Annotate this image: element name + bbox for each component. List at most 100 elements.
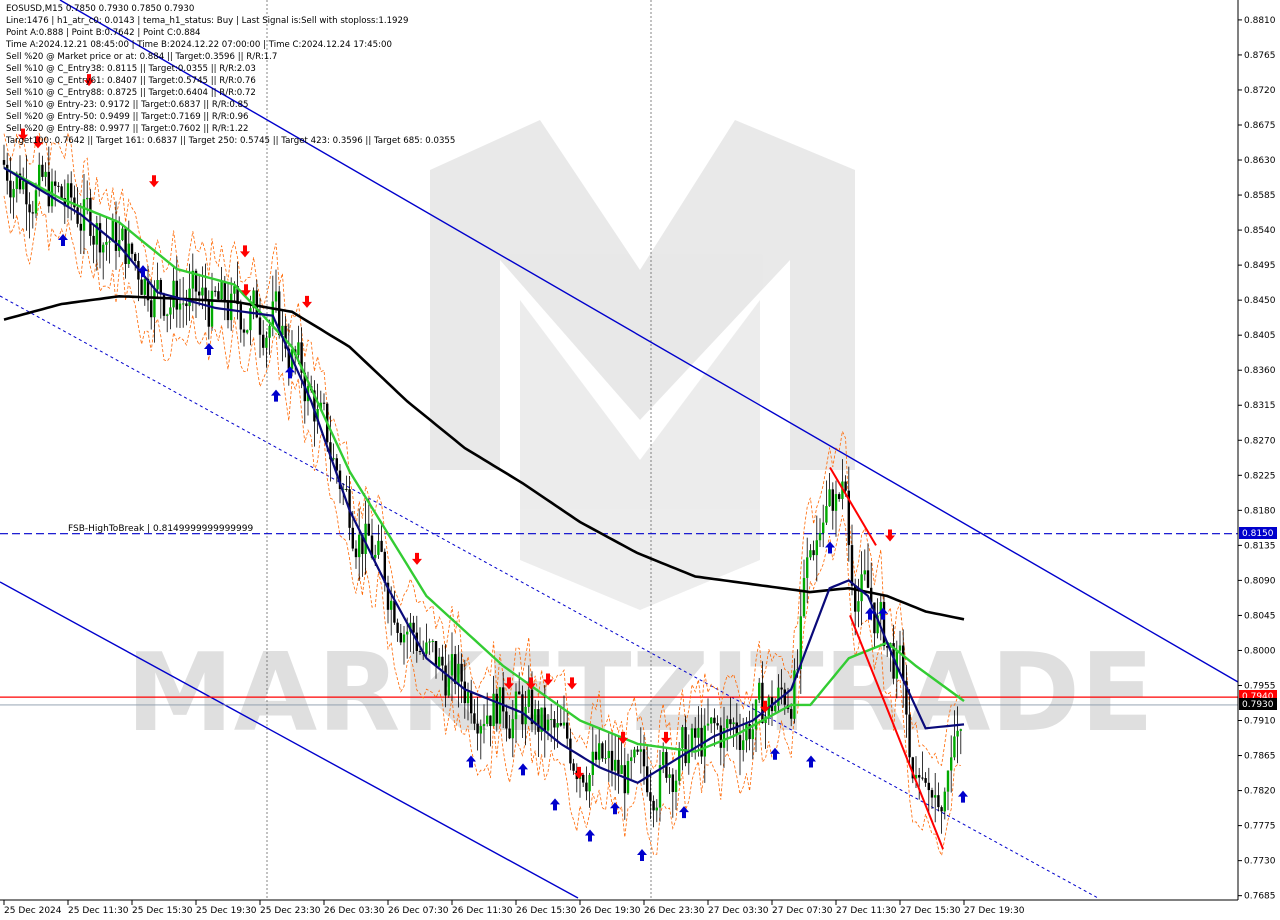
candle-body (652, 800, 655, 811)
x-tick-label: 25 Dec 11:30 (68, 906, 129, 916)
candle-body (556, 723, 559, 728)
candle-body (351, 527, 354, 549)
x-tick-label: 26 Dec 03:30 (324, 906, 385, 916)
candle-body (850, 545, 854, 586)
candle-body (617, 759, 620, 774)
candle-body (198, 291, 201, 296)
candle-body (418, 651, 422, 653)
y-tick-label: 0.8315 (1244, 401, 1276, 411)
candle-body (610, 750, 614, 771)
candle-body (22, 180, 25, 190)
candle-body (463, 681, 466, 704)
candle-body (367, 523, 370, 536)
candle-body (940, 807, 943, 812)
candle-body (546, 719, 550, 731)
candle-body (79, 223, 82, 231)
candle-body (188, 288, 191, 307)
candle-body (809, 550, 812, 558)
candle-body (217, 291, 220, 300)
y-tick-label: 0.7955 (1244, 681, 1276, 691)
candle-body (674, 780, 678, 792)
candle-body (358, 534, 361, 558)
x-tick-label: 26 Dec 23:30 (644, 906, 705, 916)
candle-body (262, 334, 265, 348)
candle-body (153, 289, 156, 318)
y-tick-label: 0.8495 (1244, 261, 1276, 271)
candle-body (822, 522, 825, 534)
candle-body (790, 709, 793, 719)
candle-body (431, 640, 434, 642)
candle-body (476, 723, 479, 734)
candle-body (201, 287, 204, 296)
candle-body (345, 488, 348, 490)
candle-body (393, 600, 396, 623)
candle-body (742, 740, 745, 750)
y-tick-label: 0.7730 (1244, 857, 1276, 867)
candle-body (297, 342, 300, 356)
x-tick-label: 25 Dec 23:30 (260, 906, 321, 916)
candle-body (86, 197, 89, 200)
candle-body (614, 759, 617, 771)
candle-body (927, 782, 930, 791)
candle-body (921, 777, 924, 779)
candle-body (806, 557, 809, 578)
candle-body (258, 317, 262, 335)
candle-body (956, 730, 959, 737)
candle-body (322, 402, 326, 404)
candle-body (639, 749, 642, 752)
x-axis-ticks: 25 Dec 2024 25 Dec 11:30 25 Dec 15:30 25 De… (3, 900, 1025, 916)
candle-body (482, 723, 486, 727)
y-tick-label: 0.8720 (1244, 86, 1276, 96)
candle-body (601, 743, 604, 759)
candle-body (175, 280, 178, 310)
candle-body (620, 765, 623, 774)
candle-body (668, 774, 671, 778)
candle-body (521, 694, 524, 725)
candle-body (114, 220, 118, 251)
y-tick-label: 0.8360 (1244, 366, 1276, 376)
candle-body (41, 164, 44, 177)
y-tick-label: 0.8450 (1244, 296, 1276, 306)
candle-body (598, 743, 601, 760)
candle-body (562, 722, 566, 726)
candle-body (505, 711, 508, 729)
candle-body (527, 689, 530, 707)
y-tick-label: 0.8630 (1244, 156, 1276, 166)
candle-body (818, 533, 822, 541)
candle-body (924, 778, 927, 783)
y-tick-label: 0.8090 (1244, 576, 1276, 586)
candle-body (751, 729, 754, 740)
candle-body (732, 722, 735, 725)
candle-body (498, 687, 502, 724)
candle-body (73, 197, 76, 208)
candle-body (857, 601, 860, 612)
candle-body (726, 719, 729, 728)
candle-body (438, 656, 441, 667)
candle-body (729, 719, 732, 725)
price-chart[interactable]: MARKETZITRADE FSB-HighToBreak | 0.814999… (0, 0, 1280, 920)
x-tick-label: 27 Dec 19:30 (964, 906, 1025, 916)
candle-body (594, 751, 598, 760)
candle-body (271, 301, 274, 326)
candle-body (105, 241, 108, 245)
candle-body (838, 494, 841, 499)
candle-body (697, 727, 700, 738)
y-tick-label: 0.8270 (1244, 436, 1276, 446)
candle-body (182, 303, 185, 305)
candle-body (460, 663, 463, 682)
candle-body (111, 220, 114, 242)
candle-body (473, 713, 476, 724)
candle-body (834, 494, 838, 511)
candle-body (207, 300, 210, 327)
candle-body (687, 751, 690, 764)
candle-body (492, 693, 495, 727)
candle-body (134, 253, 137, 261)
candle-body (783, 689, 786, 705)
candle-body (550, 719, 553, 721)
candle-body (124, 228, 127, 265)
y-tick-label: 0.8810 (1244, 16, 1276, 26)
candle-body (758, 682, 761, 700)
candle-body (588, 774, 591, 792)
y-tick-label: 0.8135 (1244, 541, 1276, 551)
candle-body (777, 687, 780, 706)
